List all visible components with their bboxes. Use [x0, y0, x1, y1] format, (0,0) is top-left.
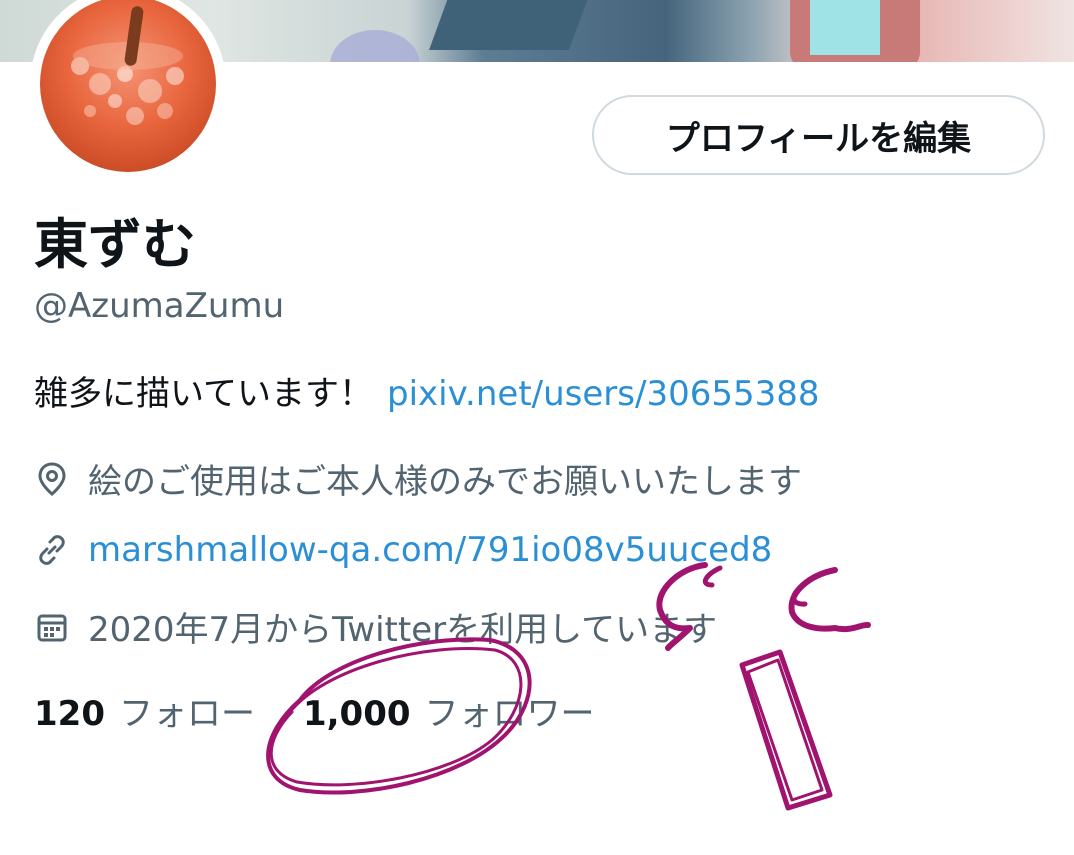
location-text: 絵のご使用はご本人様のみでお願いいたします	[88, 462, 802, 502]
website-link[interactable]: marshmallow-qa.com/791io08v5uuced8	[88, 530, 772, 570]
apple-illustration	[71, 42, 184, 125]
user-handle: @AzumaZumu	[34, 286, 285, 326]
edit-profile-button[interactable]: プロフィールを編集	[592, 95, 1045, 175]
calendar-icon	[34, 609, 70, 645]
display-name: 東ずむ	[34, 213, 196, 276]
banner-art-shape	[810, 0, 880, 55]
following-count: 120	[34, 694, 105, 734]
follow-stats: 120 フォロー 1,000 フォロワー	[34, 686, 643, 735]
joined-row: 2020年7月からTwitterを利用しています	[34, 602, 717, 651]
location-row: 絵のご使用はご本人様のみでお願いいたします	[34, 454, 802, 503]
website-row: marshmallow-qa.com/791io08v5uuced8	[34, 530, 772, 570]
bio: 雑多に描いています！ pixiv.net/users/30655388	[34, 366, 820, 415]
exclamation-bar	[746, 658, 824, 802]
bio-text: 雑多に描いています！	[34, 374, 373, 414]
followers-stat[interactable]: 1,000 フォロワー	[303, 686, 595, 735]
bio-link[interactable]: pixiv.net/users/30655388	[387, 374, 820, 414]
following-stat[interactable]: 120 フォロー	[34, 686, 255, 735]
banner-art-shape	[330, 30, 420, 62]
joined-text: 2020年7月からTwitterを利用しています	[88, 610, 718, 650]
banner-art-shape	[429, 0, 591, 50]
location-pin-icon	[34, 461, 70, 497]
quote-mark	[791, 585, 808, 607]
link-icon	[34, 532, 70, 568]
avatar-image	[40, 0, 216, 172]
quote-mark	[702, 565, 723, 588]
followers-count: 1,000	[302, 694, 411, 734]
quote-mark	[788, 567, 871, 633]
avatar[interactable]	[30, 0, 226, 182]
following-label: フォロー	[118, 694, 255, 734]
exclamation-bar	[739, 649, 833, 811]
followers-label: フォロワー	[424, 694, 595, 734]
